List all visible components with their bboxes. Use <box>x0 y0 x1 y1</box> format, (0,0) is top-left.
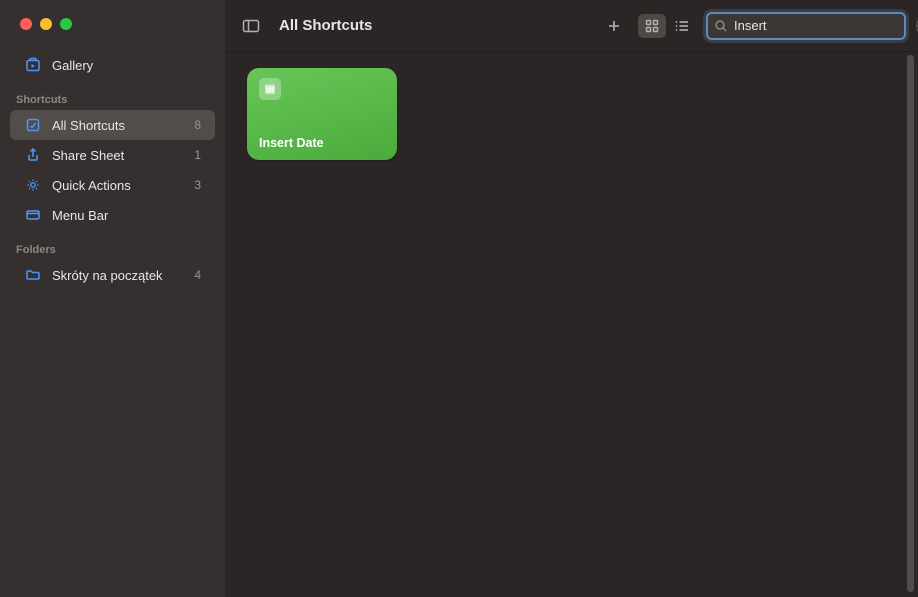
scrollbar[interactable] <box>904 55 916 592</box>
shortcut-tile-name: Insert Date <box>259 136 385 150</box>
menubar-icon <box>24 206 42 224</box>
scrollbar-thumb[interactable] <box>907 55 914 592</box>
gallery-icon <box>24 56 42 74</box>
gear-icon <box>24 176 42 194</box>
main-panel: All Shortcuts Insert <box>225 0 918 597</box>
sidebar-item-gallery[interactable]: Gallery <box>10 50 215 80</box>
add-shortcut-button[interactable] <box>600 14 628 38</box>
sidebar-item-label: All Shortcuts <box>52 118 194 133</box>
shortcut-tile[interactable]: Insert Date <box>247 68 397 160</box>
folder-icon <box>24 266 42 284</box>
toggle-sidebar-button[interactable] <box>237 14 265 38</box>
page-title: All Shortcuts <box>279 17 590 34</box>
sidebar-item-share-sheet[interactable]: Share Sheet 1 <box>10 140 215 170</box>
share-icon <box>24 146 42 164</box>
shortcuts-grid: Insert Date <box>225 52 918 597</box>
sidebar-item-quick-actions[interactable]: Quick Actions 3 <box>10 170 215 200</box>
sidebar: Gallery Shortcuts All Shortcuts 8 Share … <box>0 0 225 597</box>
close-button[interactable] <box>20 18 32 30</box>
toolbar: All Shortcuts <box>225 0 918 52</box>
calendar-icon <box>259 78 281 100</box>
search-input[interactable] <box>728 18 916 33</box>
window-controls <box>0 18 225 30</box>
sidebar-item-count: 8 <box>194 118 201 132</box>
sidebar-item-label: Share Sheet <box>52 148 194 163</box>
sidebar-item-label: Skróty na początek <box>52 268 194 283</box>
sidebar-item-menu-bar[interactable]: Menu Bar <box>10 200 215 230</box>
search-field[interactable] <box>706 12 906 40</box>
sidebar-item-all-shortcuts[interactable]: All Shortcuts 8 <box>10 110 215 140</box>
sidebar-item-label: Menu Bar <box>52 208 201 223</box>
view-toggle <box>638 14 696 38</box>
sidebar-item-label: Gallery <box>52 58 201 73</box>
sidebar-item-count: 4 <box>194 268 201 282</box>
list-view-button[interactable] <box>668 14 696 38</box>
maximize-button[interactable] <box>60 18 72 30</box>
section-header-shortcuts: Shortcuts <box>0 88 225 110</box>
sidebar-item-folder[interactable]: Skróty na początek 4 <box>10 260 215 290</box>
search-icon <box>714 19 728 33</box>
grid-view-button[interactable] <box>638 14 666 38</box>
sidebar-item-label: Quick Actions <box>52 178 194 193</box>
sidebar-item-count: 1 <box>194 148 201 162</box>
shortcuts-icon <box>24 116 42 134</box>
sidebar-item-count: 3 <box>194 178 201 192</box>
section-header-folders: Folders <box>0 238 225 260</box>
minimize-button[interactable] <box>40 18 52 30</box>
